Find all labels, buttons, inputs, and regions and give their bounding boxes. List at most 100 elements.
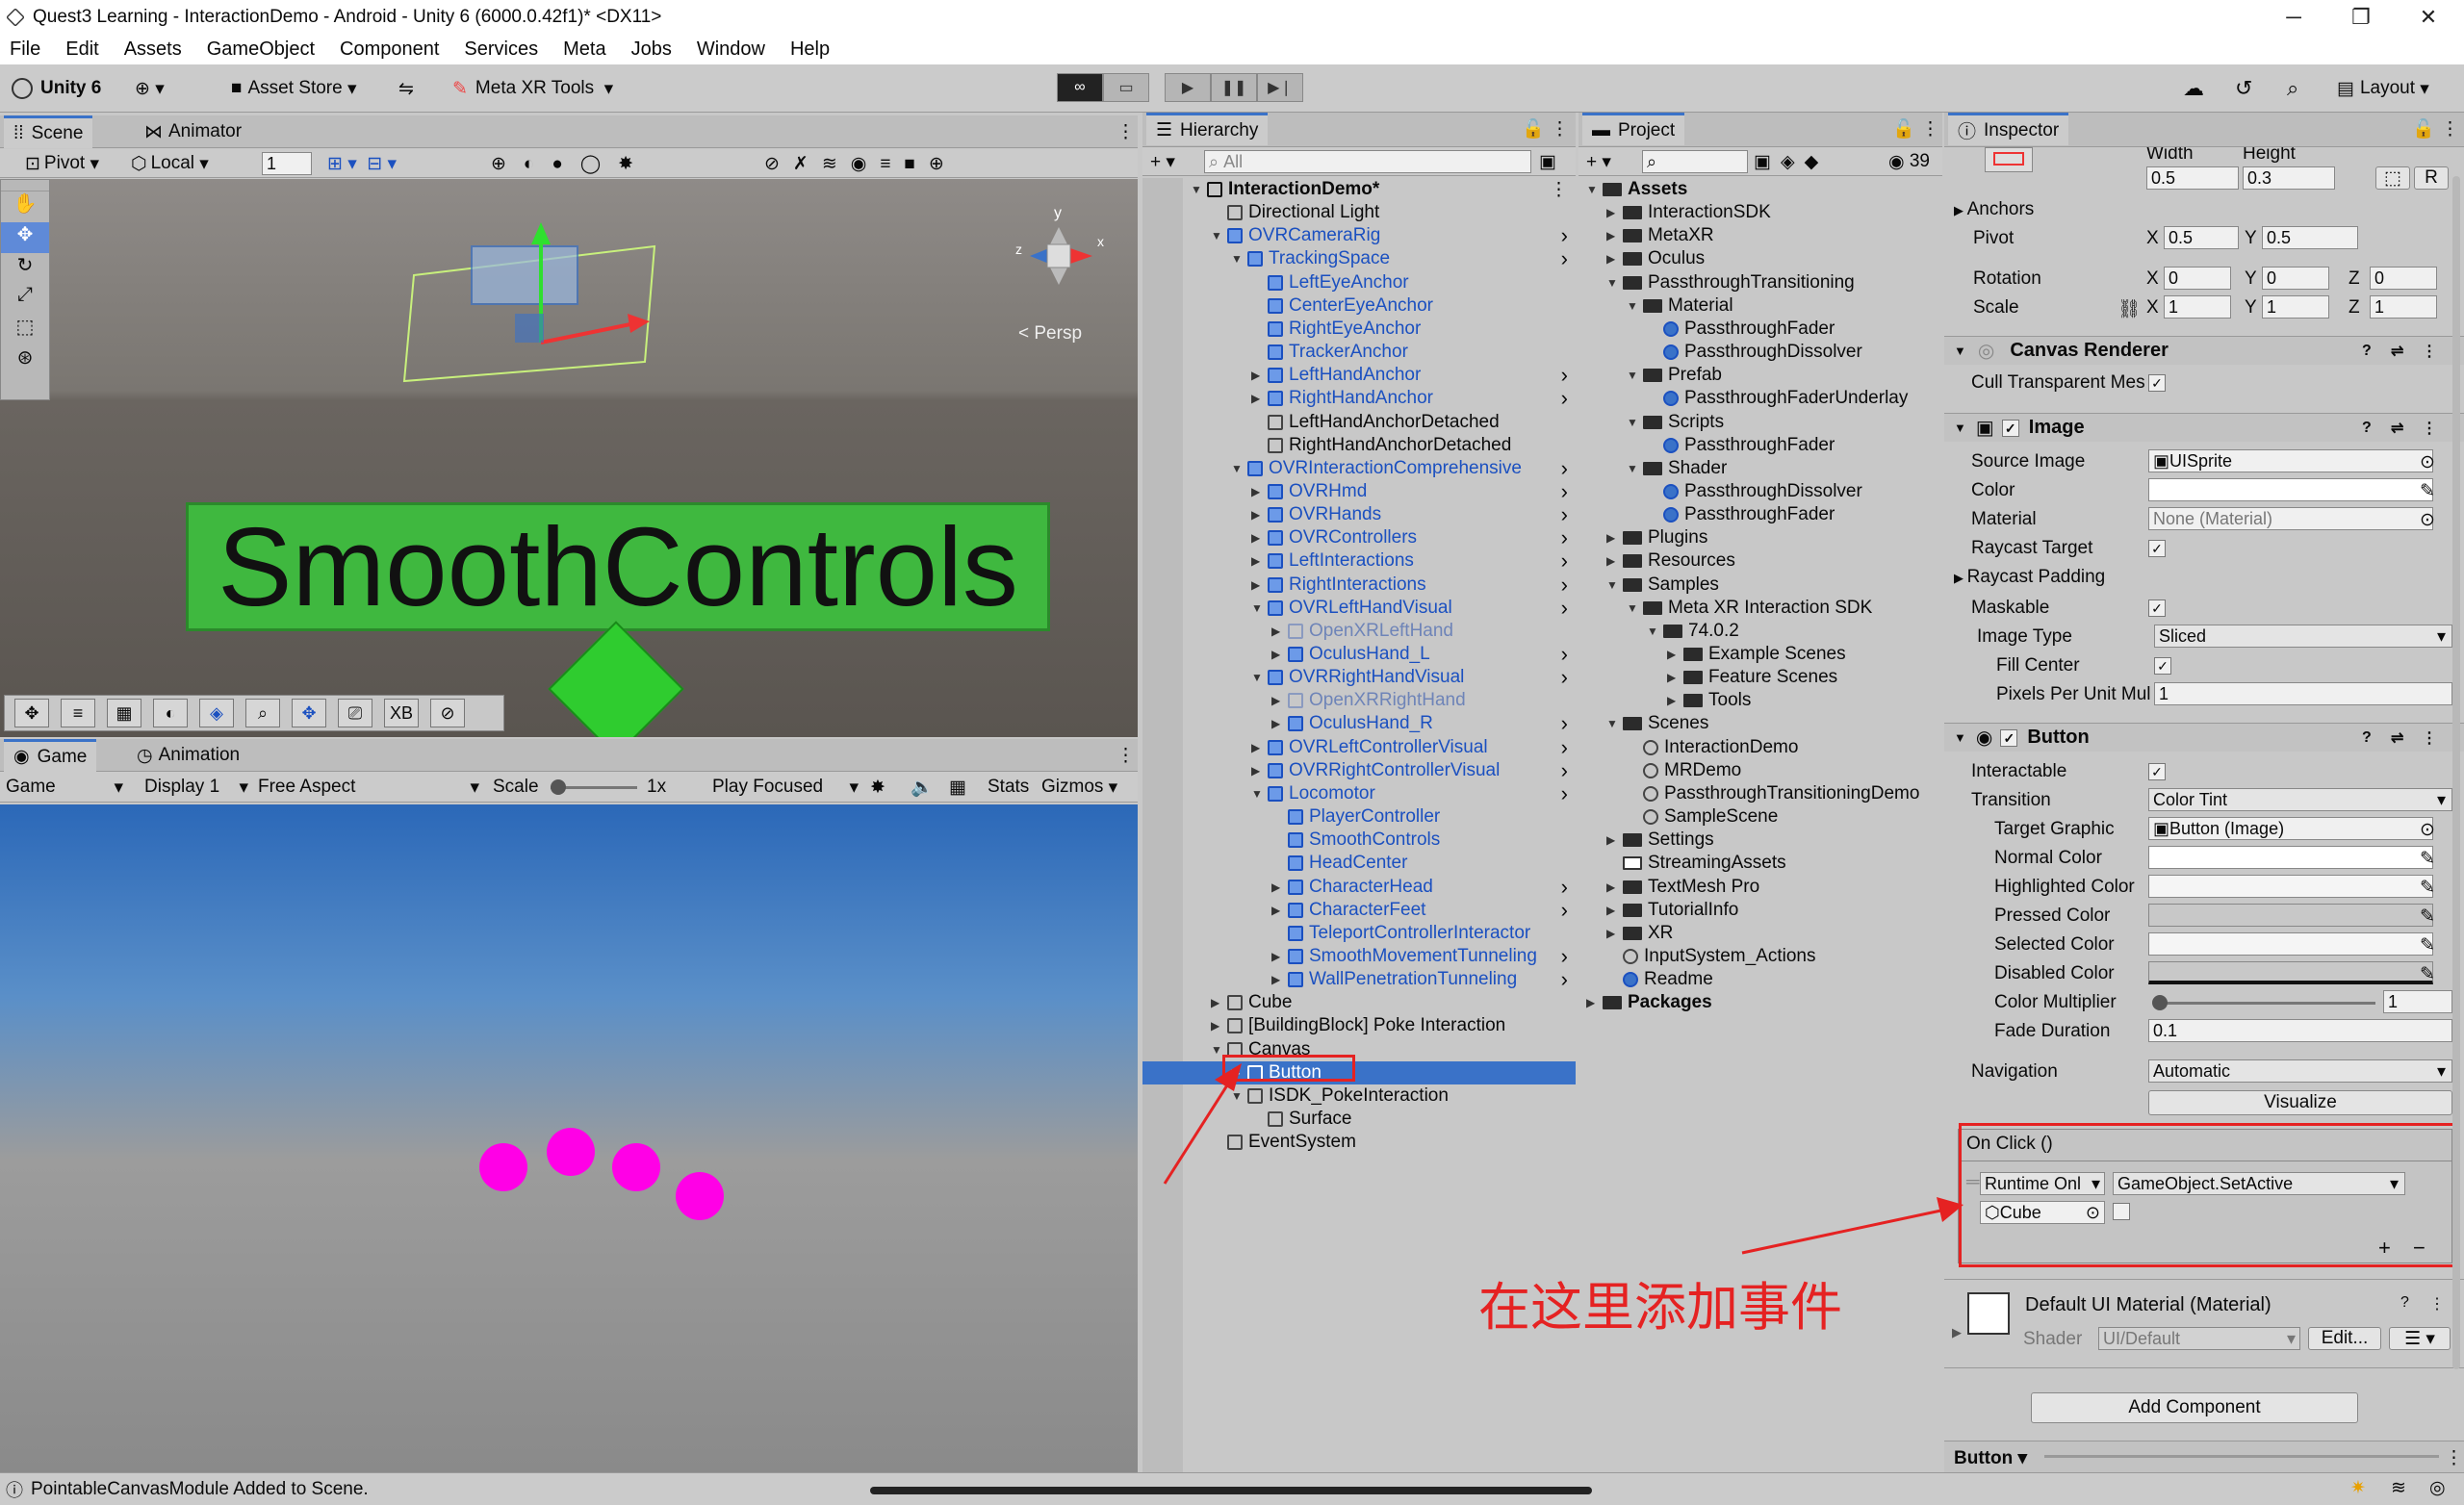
play-button[interactable]: ▶ [1165,73,1211,102]
foldout-arrow-icon[interactable]: ▶ [1251,741,1265,754]
foldout-arrow-icon[interactable]: ▼ [1231,462,1245,475]
maximize-button[interactable]: ❐ [2327,0,2395,34]
persp-label[interactable]: < Persp [1018,323,1082,344]
foldout-arrow-icon[interactable]: ▶ [1271,950,1285,963]
eyedropper-icon[interactable]: ✎ [2420,848,2435,870]
pivot-dropdown[interactable]: ⊡ Pivot ▾ [25,149,99,178]
eyedropper-icon[interactable]: ✎ [2420,906,2435,928]
palette-handle[interactable] [1,180,49,191]
project-item[interactable]: StreamingAssets [1578,852,1786,875]
image-header[interactable]: ▼ ▣ ✓ Image ? ⇌ ⋮ [1944,413,2464,442]
project-item[interactable]: ▶ Tools [1578,689,1751,712]
eyedropper-icon[interactable]: ✎ [2420,963,2435,985]
green-diamond-object[interactable] [548,621,684,737]
project-add-button[interactable]: + ▾ [1586,147,1611,176]
hierarchy-item[interactable]: ▶ OpenXRRightHand [1183,689,1576,712]
foldout-arrow-icon[interactable]: ▶ [1251,369,1265,382]
project-item[interactable]: PassthroughTransitioningDemo [1578,782,1919,805]
open-prefab-icon[interactable]: › [1561,711,1568,736]
scale-tool-icon[interactable]: ⤢ [1,284,49,315]
blueprint-button[interactable]: ⬚ [2375,166,2410,190]
visualize-button[interactable]: Visualize [2148,1090,2452,1115]
project-filter-icons[interactable]: ▣◈◆ [1754,147,1828,176]
cull-transparent-checkbox[interactable]: ✓ [2148,374,2166,392]
hierarchy-item[interactable]: ▶ OpenXRLeftHand [1183,620,1576,643]
foldout-arrow-icon[interactable]: ▼ [1627,416,1640,429]
target-graphic-field[interactable]: ▣ Button (Image) [2148,817,2433,840]
presets-icon[interactable]: ⇌ [2391,728,2403,748]
foldout-arrow-icon[interactable]: ▶ [1271,973,1285,986]
foldout-arrow-icon[interactable]: ▼ [1586,183,1600,196]
maskable-checkbox[interactable]: ✓ [2148,599,2166,617]
step-button[interactable]: ▶❘ [1257,73,1303,102]
open-prefab-icon[interactable]: › [1561,456,1568,481]
foldout-arrow-icon[interactable]: ▼ [1251,671,1265,684]
foldout-arrow-icon[interactable]: ▶ [1606,880,1620,894]
open-prefab-icon[interactable]: › [1561,479,1568,504]
project-item[interactable]: PassthroughDissolver [1578,341,1862,364]
meta-link-icon[interactable]: ∞ [1057,73,1103,102]
pivot-x-field[interactable]: 0.5 [2164,226,2239,249]
foldout-arrow-icon[interactable]: ▶ [1271,694,1285,707]
foldout-arrow-icon[interactable]: ▶ [1271,880,1285,894]
hierarchy-item[interactable]: ▼ TrackingSpace › [1183,246,1576,270]
xb-button[interactable]: XB [384,699,419,727]
component-menu-icon[interactable]: ⋮ [2429,1294,2445,1314]
tab-animation[interactable]: ◷ Animation [127,739,249,772]
raycast-target-checkbox[interactable]: ✓ [2148,540,2166,557]
project-search-input[interactable]: ⌕ [1642,150,1748,173]
foldout-arrow-icon[interactable]: ▶ [1251,531,1265,545]
scene-menu-icon[interactable]: ⋮ [1550,179,1568,201]
hierarchy-menu-icon[interactable]: ⋮ [1541,113,1578,145]
help-icon[interactable]: ? [2400,1294,2409,1312]
project-item[interactable]: ▼ Shader [1578,457,1727,480]
hierarchy-item[interactable]: ▶ OVRHmd › [1183,479,1576,504]
project-item[interactable]: ▶ Feature Scenes [1578,666,1837,689]
cloud-services-icon[interactable]: ☁ [2183,74,2204,103]
foldout-arrow-icon[interactable]: ▼ [1627,601,1640,615]
project-item[interactable]: ▼ Scripts [1578,411,1724,434]
eyedropper-icon[interactable]: ✎ [2420,480,2435,502]
foldout-arrow-icon[interactable]: ▶ [1667,694,1681,707]
menu-component[interactable]: Component [340,38,439,61]
foldout-arrow-icon[interactable]: ▼ [1627,299,1640,313]
tab-animator[interactable]: ⋈ Animator [135,115,251,148]
bug-icon[interactable]: ✸ [870,773,886,802]
play-focused-dropdown[interactable]: Play Focused ▾ [712,773,860,802]
project-item[interactable]: ▶ Resources [1578,549,1735,573]
layout-dropdown[interactable]: ▤ Layout ▾ [2337,74,2429,103]
foldout-arrow-icon[interactable]: ▼ [1191,183,1204,196]
tab-scene[interactable]: ⁞⁞ Scene [4,115,93,148]
button-enabled-checkbox[interactable]: ✓ [2000,728,2018,747]
hierarchy-item[interactable]: ▶ SmoothMovementTunneling › [1183,944,1576,968]
open-prefab-icon[interactable]: › [1561,363,1568,388]
scale-x-field[interactable]: 1 [2164,295,2231,319]
foldout-arrow-icon[interactable]: ▼ [1627,462,1640,475]
scene-viewport[interactable]: ✋ ✥ ↻ ⤢ ⬚ ⊛ y z x < Persp SmoothControls ✥… [0,179,1138,737]
project-item[interactable]: ▶ TextMesh Pro [1578,876,1759,899]
disabled-color-field[interactable] [2148,961,2433,984]
render-mode-icons[interactable]: ⊕◐●◯✸ [491,149,651,178]
hierarchy-item[interactable]: ▶ OVRLeftControllerVisual › [1183,735,1576,759]
project-item[interactable]: ▼ Material [1578,294,1733,318]
color-multiplier-slider[interactable] [2152,995,2375,1010]
project-item[interactable]: InteractionDemo [1578,736,1798,759]
highlighted-color-field[interactable] [2148,875,2433,898]
project-item[interactable]: ▶ Settings [1578,829,1714,852]
help-icon[interactable]: ? [2362,343,2372,360]
inspector-scrollbar[interactable] [2452,176,2460,1369]
search-icon[interactable]: ⌕ [2287,74,2298,103]
component-menu-icon[interactable]: ⋮ [2422,419,2437,438]
game-view-dropdown[interactable]: Game ▾ [6,773,127,802]
open-prefab-icon[interactable]: › [1561,781,1568,806]
object-picker-icon[interactable]: ⊙ [2420,819,2435,841]
project-item[interactable]: ▼ Prefab [1578,364,1722,387]
foldout-arrow-icon[interactable]: ▼ [1606,276,1620,290]
hierarchy-item[interactable]: ▶ CharacterFeet › [1183,898,1576,922]
eyedropper-icon[interactable]: ✎ [2420,934,2435,957]
navigation-dropdown[interactable]: Automatic ▾ [2148,1059,2452,1083]
hierarchy-item[interactable]: ▶ OVRControllers › [1183,525,1576,549]
presets-icon[interactable]: ⇌ [2391,419,2403,438]
anchors-foldout[interactable]: ▶ Anchors [1954,199,2034,220]
foldout-arrow-icon[interactable]: ▶ [1667,671,1681,684]
